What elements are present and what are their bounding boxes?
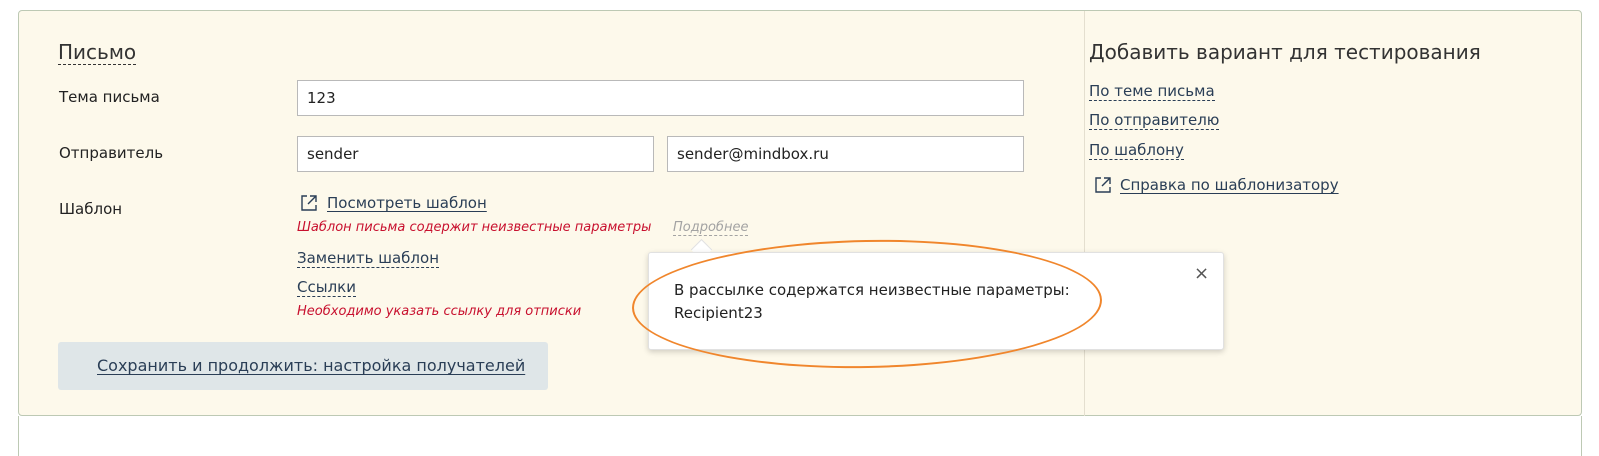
testing-section-title: Добавить вариант для тестирования (1089, 40, 1481, 64)
external-link-icon[interactable] (299, 193, 319, 213)
sender-name-input[interactable] (297, 136, 654, 172)
template-engine-help-link[interactable]: Справка по шаблонизатору (1120, 176, 1339, 194)
view-template-link[interactable]: Посмотреть шаблон (327, 194, 487, 212)
popover-message: В рассылке содержатся неизвестные параме… (674, 281, 1070, 299)
letter-section-title: Письмо (58, 40, 137, 65)
test-by-template-link[interactable]: По шаблону (1089, 141, 1184, 160)
subject-label: Тема письма (59, 88, 160, 106)
sender-email-input[interactable] (667, 136, 1024, 172)
popover-param-name: Recipient23 (674, 304, 763, 322)
next-section (18, 416, 1582, 456)
unknown-params-popover: В рассылке содержатся неизвестные параме… (648, 252, 1224, 350)
replace-template-link[interactable]: Заменить шаблон (297, 249, 439, 268)
close-icon[interactable]: × (1194, 263, 1209, 284)
details-link[interactable]: Подробнее (673, 220, 749, 236)
test-by-subject-link[interactable]: По теме письма (1089, 82, 1215, 101)
letter-title-toggle[interactable]: Письмо (58, 40, 137, 65)
panel-divider (1084, 11, 1085, 416)
save-button-label: Сохранить и продолжить: настройка получа… (97, 356, 526, 375)
template-error-text: Шаблон письма содержит неизвестные парам… (297, 220, 652, 235)
save-and-continue-button[interactable]: Сохранить и продолжить: настройка получа… (58, 342, 548, 390)
external-link-icon[interactable] (1093, 175, 1113, 195)
links-link[interactable]: Ссылки (297, 278, 356, 297)
test-by-sender-link[interactable]: По отправителю (1089, 111, 1220, 130)
sender-label: Отправитель (59, 144, 164, 162)
subject-input[interactable] (297, 80, 1024, 116)
links-error-text: Необходимо указать ссылку для отписки (297, 304, 582, 319)
template-label: Шаблон (59, 200, 123, 218)
